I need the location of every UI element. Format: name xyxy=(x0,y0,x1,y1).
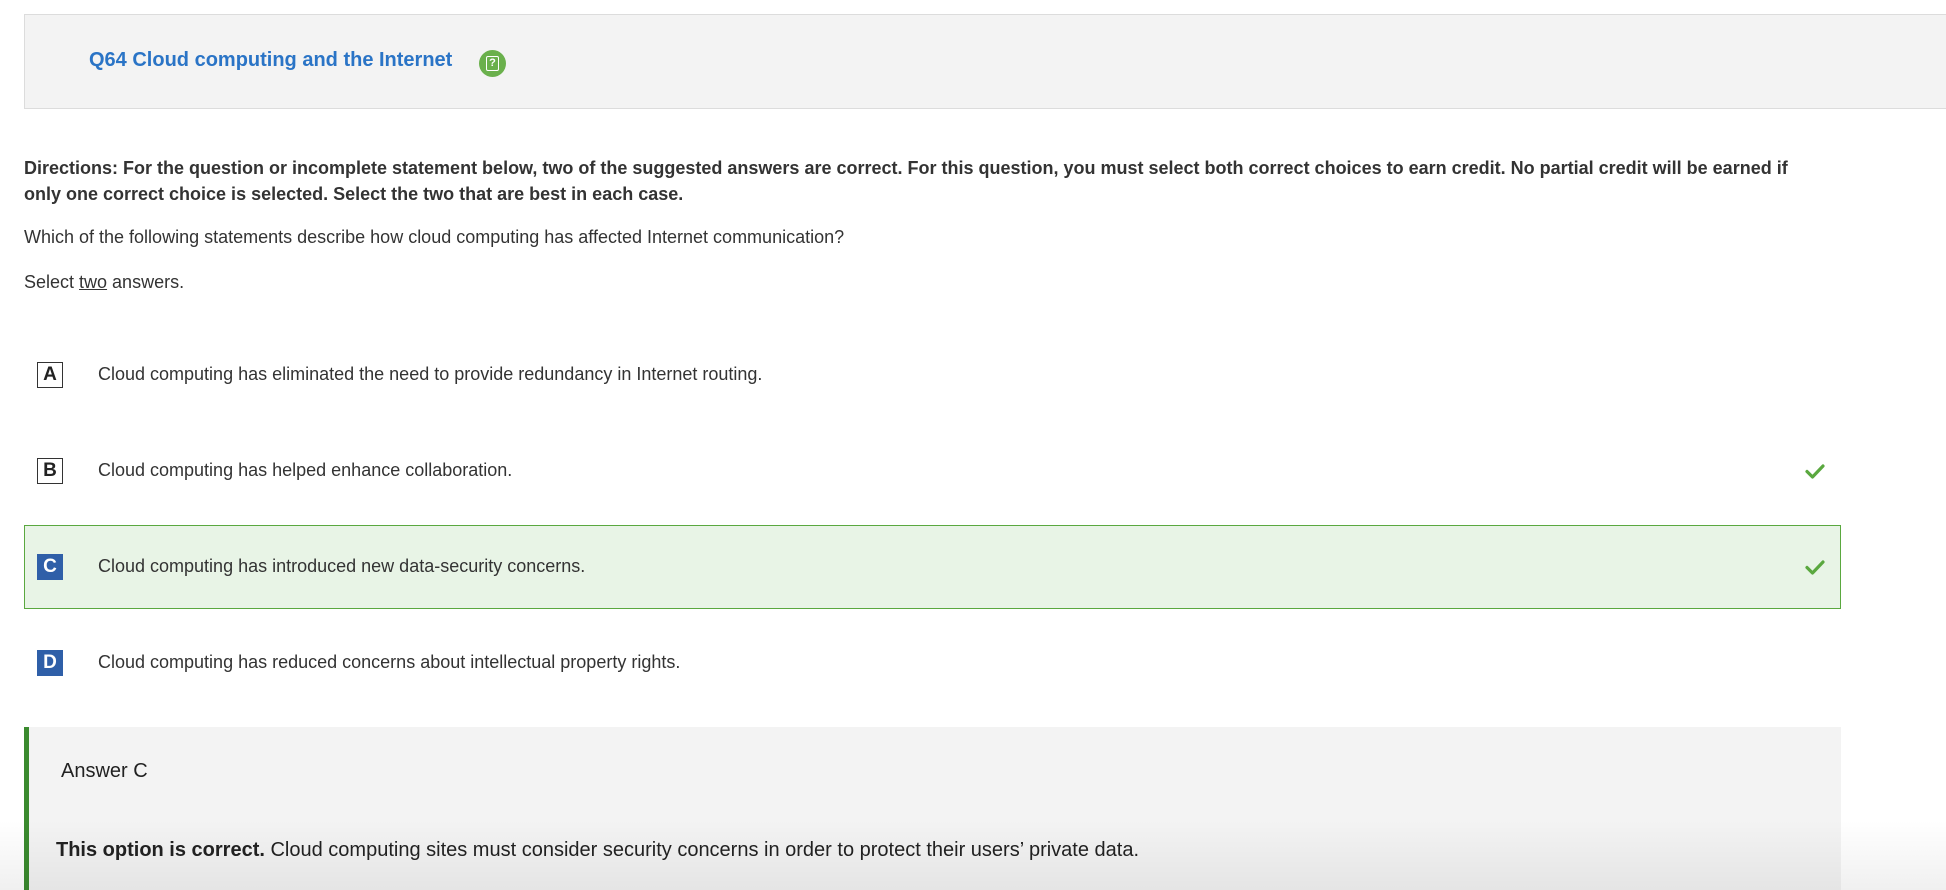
option-letter: D xyxy=(37,650,63,676)
option-a[interactable]: A Cloud computing has eliminated the nee… xyxy=(24,333,1841,417)
answer-panel: Answer C This option is correct. Cloud c… xyxy=(24,727,1841,890)
option-text: Cloud computing has reduced concerns abo… xyxy=(98,652,681,672)
option-text: Cloud computing has helped enhance colla… xyxy=(98,460,513,480)
select-instruction: Select two answers. xyxy=(24,272,184,293)
help-icon-glyph: ? xyxy=(486,56,499,71)
question-text: Which of the following statements descri… xyxy=(24,227,845,247)
instruction-suffix: answers. xyxy=(107,272,185,292)
option-b[interactable]: B Cloud computing has helped enhance col… xyxy=(24,429,1841,513)
directions-text: Directions: For the question or incomple… xyxy=(24,158,1788,204)
question-mark-icon[interactable]: ? xyxy=(479,50,506,77)
answer-explanation: This option is correct. Cloud computing … xyxy=(56,839,1139,862)
option-text: Cloud computing has eliminated the need … xyxy=(98,364,763,384)
option-d[interactable]: D Cloud computing has reduced concerns a… xyxy=(24,621,1841,705)
option-c[interactable]: C Cloud computing has introduced new dat… xyxy=(24,525,1841,609)
option-text: Cloud computing has introduced new data-… xyxy=(98,556,586,576)
checkmark-icon xyxy=(1805,464,1825,479)
question-header: Q64 Cloud computing and the Internet ? xyxy=(24,14,1946,109)
option-letter: B xyxy=(37,458,63,484)
answer-title: Answer C xyxy=(61,760,148,782)
checkmark-icon xyxy=(1805,560,1825,575)
option-letter: A xyxy=(37,362,63,388)
instruction-emphasis: two xyxy=(79,272,108,292)
explanation-verdict: This option is correct. xyxy=(56,839,265,861)
explanation-body: Cloud computing sites must consider secu… xyxy=(264,839,1140,861)
instruction-prefix: Select xyxy=(24,272,80,292)
option-letter: C xyxy=(37,554,63,580)
question-title: Q64 Cloud computing and the Internet xyxy=(89,49,453,71)
